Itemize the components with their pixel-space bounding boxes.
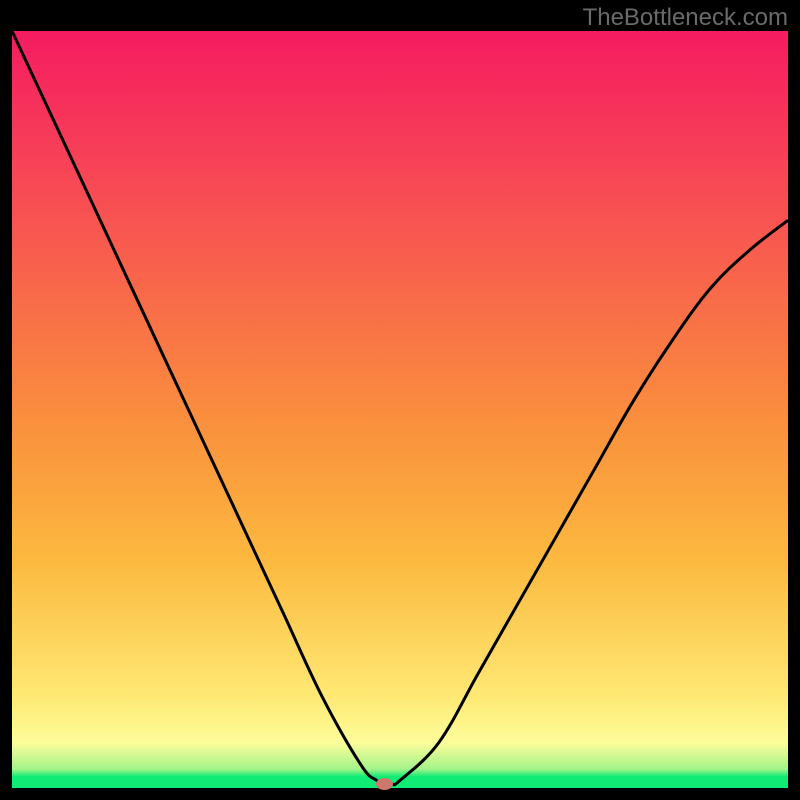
watermark-text: TheBottleneck.com — [583, 4, 788, 32]
optimal-point-marker — [376, 778, 393, 790]
chart-container: TheBottleneck.com — [0, 0, 800, 800]
bottleneck-curve — [12, 31, 788, 788]
